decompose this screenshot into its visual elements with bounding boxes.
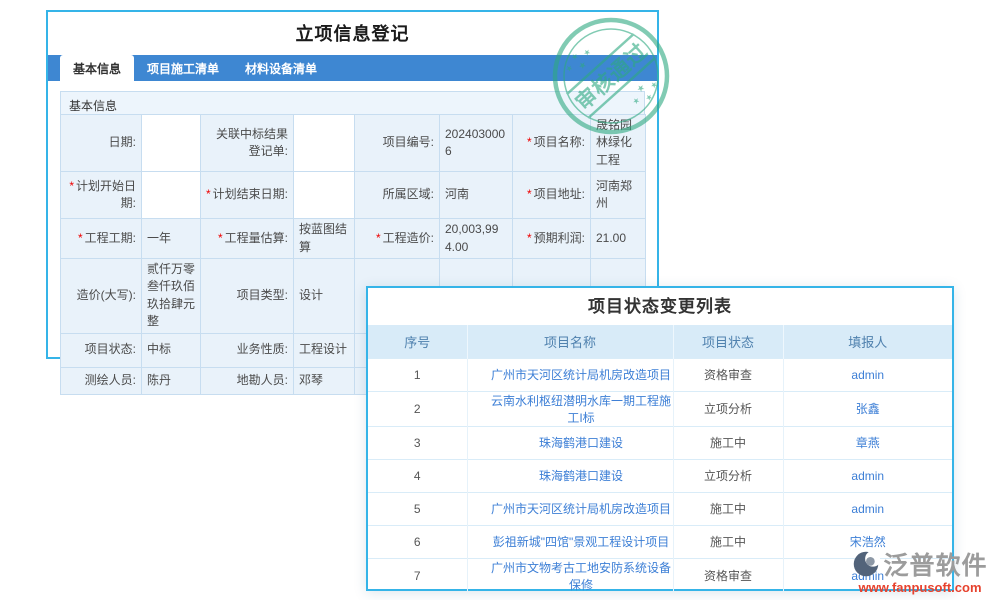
expected-profit-label: *预期利润: — [513, 219, 591, 259]
column-header-project-name: 项目名称 — [467, 325, 673, 358]
row-no: 6 — [368, 525, 467, 558]
status-panel-title: 项目状态变更列表 — [368, 288, 952, 325]
row-status: 立项分析 — [673, 459, 783, 492]
region-label: 所属区域: — [355, 172, 440, 219]
table-row: 4 珠海鹤港口建设 立项分析 admin — [368, 459, 952, 492]
project-name-value: 晟铭园林绿化工程 — [591, 115, 646, 172]
expected-profit-value: 21.00 — [591, 219, 646, 259]
reporter-link[interactable]: 张鑫 — [856, 402, 880, 416]
project-cost-value: 20,003,994.00 — [440, 219, 513, 259]
row-status: 施工中 — [673, 492, 783, 525]
project-type-value: 设计 — [294, 258, 355, 333]
form-row: *工程工期: 一年 *工程量估算: 按蓝图结算 *工程造价: 20,003,99… — [61, 219, 646, 259]
bid-result-link-label: 关联中标结果登记单: — [201, 115, 294, 172]
section-header: 基本信息 — [60, 91, 645, 114]
brand-url-link[interactable]: www.fanpusoft.com — [844, 580, 996, 595]
row-status: 施工中 — [673, 426, 783, 459]
quantity-estimate-label: *工程量估算: — [201, 219, 294, 259]
form-row: 日期: 关联中标结果登记单: 项目编号: 2024030006 *项目名称: 晟… — [61, 115, 646, 172]
row-no: 3 — [368, 426, 467, 459]
row-status: 资格审查 — [673, 358, 783, 391]
duration-value: 一年 — [142, 219, 201, 259]
form-row: *计划开始日期: *计划结束日期: 所属区域: 河南 *项目地址: 河南郑州 — [61, 172, 646, 219]
business-nature-label: 业务性质: — [201, 333, 294, 367]
column-header-project-status: 项目状态 — [673, 325, 783, 358]
project-type-label: 项目类型: — [201, 258, 294, 333]
cost-in-words-value: 贰仟万零叁仟玖佰玖拾肆元整 — [142, 258, 201, 333]
date-input[interactable] — [142, 115, 201, 172]
column-header-reporter: 填报人 — [783, 325, 952, 358]
duration-label: *工程工期: — [61, 219, 142, 259]
table-row: 3 珠海鹤港口建设 施工中 章燕 — [368, 426, 952, 459]
surveyor-label: 测绘人员: — [61, 367, 142, 394]
geotechnical-label: 地勘人员: — [201, 367, 294, 394]
project-name-link[interactable]: 广州市文物考古工地安防系统设备保修 — [491, 561, 671, 592]
reporter-link[interactable]: admin — [851, 368, 884, 382]
project-name-link[interactable]: 广州市天河区统计局机房改造项目 — [491, 368, 671, 382]
project-status-value: 中标 — [142, 333, 201, 367]
project-number-label: 项目编号: — [355, 115, 440, 172]
row-status: 资格审查 — [673, 558, 783, 593]
tab-construction-list[interactable]: 项目施工清单 — [134, 55, 232, 81]
table-row: 5 广州市天河区统计局机房改造项目 施工中 admin — [368, 492, 952, 525]
row-no: 1 — [368, 358, 467, 391]
reporter-link[interactable]: admin — [851, 502, 884, 516]
quantity-estimate-value: 按蓝图结算 — [294, 219, 355, 259]
row-status: 施工中 — [673, 525, 783, 558]
bid-result-link-input[interactable] — [294, 115, 355, 172]
row-status: 立项分析 — [673, 391, 783, 426]
project-address-label: *项目地址: — [513, 172, 591, 219]
brand-watermark: 泛普软件 www.fanpusoft.com — [844, 546, 996, 595]
cost-in-words-label: 造价(大写): — [61, 258, 142, 333]
reporter-link[interactable]: admin — [851, 469, 884, 483]
project-name-link[interactable]: 珠海鹤港口建设 — [539, 436, 623, 450]
project-name-link[interactable]: 广州市天河区统计局机房改造项目 — [491, 502, 671, 516]
project-cost-label: *工程造价: — [355, 219, 440, 259]
tab-bar: 基本信息 项目施工清单 材料设备清单 — [48, 55, 657, 81]
table-header-row: 序号 项目名称 项目状态 填报人 — [368, 325, 952, 358]
column-header-no: 序号 — [368, 325, 467, 358]
project-address-value: 河南郑州 — [591, 172, 646, 219]
project-name-link[interactable]: 彭祖新城"四馆"景观工程设计项目 — [493, 535, 670, 549]
page-title: 立项信息登记 — [48, 20, 657, 46]
geotechnical-value: 邓琴 — [294, 367, 355, 394]
project-name-link[interactable]: 云南水利枢纽潜明水库一期工程施工I标 — [491, 394, 671, 425]
project-status-label: 项目状态: — [61, 333, 142, 367]
table-row: 1 广州市天河区统计局机房改造项目 资格审查 admin — [368, 358, 952, 391]
plan-start-date-input[interactable] — [142, 172, 201, 219]
project-number-value: 2024030006 — [440, 115, 513, 172]
tab-material-equipment-list[interactable]: 材料设备清单 — [232, 55, 330, 81]
business-nature-value: 工程设计 — [294, 333, 355, 367]
project-name-label: *项目名称: — [513, 115, 591, 172]
row-no: 4 — [368, 459, 467, 492]
date-label: 日期: — [61, 115, 142, 172]
brand-logo-icon — [852, 550, 880, 578]
plan-start-date-label: *计划开始日期: — [61, 172, 142, 219]
plan-end-date-input[interactable] — [294, 172, 355, 219]
row-no: 7 — [368, 558, 467, 593]
row-no: 5 — [368, 492, 467, 525]
row-no: 2 — [368, 391, 467, 426]
tab-basic-info[interactable]: 基本信息 — [60, 55, 134, 81]
surveyor-value: 陈丹 — [142, 367, 201, 394]
reporter-link[interactable]: 章燕 — [856, 436, 880, 450]
table-row: 2 云南水利枢纽潜明水库一期工程施工I标 立项分析 张鑫 — [368, 391, 952, 426]
project-name-link[interactable]: 珠海鹤港口建设 — [539, 469, 623, 483]
region-value: 河南 — [440, 172, 513, 219]
plan-end-date-label: *计划结束日期: — [201, 172, 294, 219]
brand-name: 泛普软件 — [883, 546, 987, 582]
